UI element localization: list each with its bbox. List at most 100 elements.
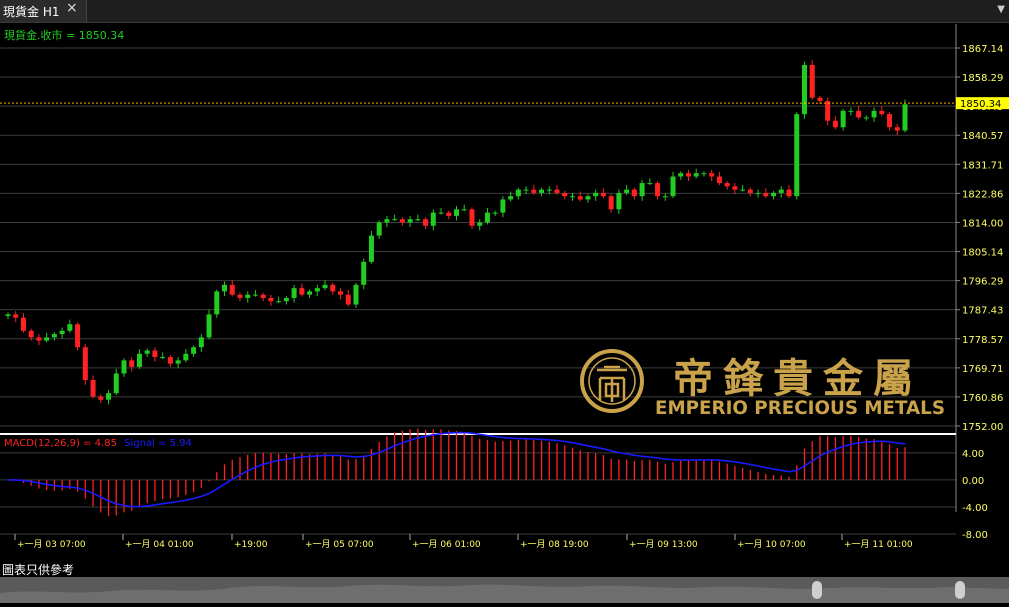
candle-up xyxy=(376,222,382,236)
candle-up xyxy=(454,209,459,216)
time-tick-label: +一月 03 07:00 xyxy=(17,539,86,550)
candle-up xyxy=(848,110,854,112)
candle-up xyxy=(5,314,11,317)
candle-down xyxy=(817,97,823,101)
candle-down xyxy=(167,357,173,364)
time-tick-label: +19:00 xyxy=(234,540,268,550)
candle-up xyxy=(539,189,545,193)
candle-up xyxy=(778,189,784,193)
candle-down xyxy=(879,110,885,115)
candle-up xyxy=(384,219,390,223)
candle-up xyxy=(701,173,707,175)
candle-up xyxy=(183,353,189,361)
time-tick-label: +一月 06 01:00 xyxy=(412,539,481,550)
candle-up xyxy=(276,301,282,303)
candle-down xyxy=(894,127,900,131)
candle-up xyxy=(59,330,65,335)
candle-up xyxy=(44,337,50,341)
price-tick-label: 1752.00 xyxy=(962,422,1003,433)
candle-up xyxy=(113,373,119,394)
candle-up xyxy=(902,104,908,131)
price-tick-label: 1831.71 xyxy=(962,160,1003,171)
time-tick-label: +一月 04 01:00 xyxy=(125,539,194,550)
candle-up xyxy=(51,334,57,338)
candle-up xyxy=(121,360,127,374)
candle-up xyxy=(106,393,112,400)
chart-scrollbar[interactable] xyxy=(0,577,1009,603)
candle-down xyxy=(856,110,862,118)
dropdown-arrow-icon[interactable]: ▼ xyxy=(997,4,1005,15)
candle-down xyxy=(631,189,637,197)
candle-up xyxy=(415,219,421,221)
macd-tick-label: -4.00 xyxy=(962,503,988,514)
time-tick-label: +一月 05 07:00 xyxy=(305,539,374,550)
candle-up xyxy=(407,219,413,223)
candle-up xyxy=(639,183,645,197)
last-price-value: 1850.34 xyxy=(960,99,1001,110)
macd-label: MACD(12,26,9) = 4.85 xyxy=(4,438,117,449)
time-tick-label: +一月 10 07:00 xyxy=(737,539,806,550)
candle-up xyxy=(585,196,591,200)
candle-down xyxy=(338,291,344,295)
candle-up xyxy=(662,196,668,198)
candle-up xyxy=(191,347,197,354)
candle-down xyxy=(809,64,815,98)
candle-down xyxy=(554,189,560,193)
time-axis: +一月 03 07:00 +一月 04 01:00 +19:00 +一月 05 07:… xyxy=(14,534,913,550)
candle-up xyxy=(222,284,228,292)
close-icon[interactable]: × xyxy=(66,0,78,16)
price-tick-label: 1796.29 xyxy=(962,277,1003,288)
candle-down xyxy=(825,100,831,121)
candle-up xyxy=(484,212,490,223)
macd-tick-label: 0.00 xyxy=(962,476,984,487)
candle-up xyxy=(840,110,846,128)
candle-up xyxy=(368,235,374,262)
candle-up xyxy=(477,222,483,226)
candle-up xyxy=(314,288,320,292)
candle-up xyxy=(740,189,746,191)
price-tick-label: 1787.43 xyxy=(962,306,1003,317)
candle-up xyxy=(616,192,622,210)
candle-down xyxy=(469,209,475,226)
price-tick-label: 1858.29 xyxy=(962,73,1003,84)
time-tick-label: +一月 08 19:00 xyxy=(520,539,589,550)
candle-down xyxy=(399,219,405,223)
candle-up xyxy=(546,189,552,191)
price-tick-label: 1760.86 xyxy=(962,393,1003,404)
candle-up xyxy=(291,288,297,298)
candle-up xyxy=(593,192,599,197)
scroll-thumb-left[interactable] xyxy=(812,581,822,599)
macd-tick-label: -8.00 xyxy=(962,530,988,541)
brand-english-name: EMPERIO PRECIOUS METALS xyxy=(655,397,945,419)
disclaimer-text: 圖表只供參考 xyxy=(2,563,75,577)
candle-down xyxy=(90,380,96,397)
candle-down xyxy=(732,186,738,190)
candle-up xyxy=(523,189,529,191)
candle-up xyxy=(693,173,699,177)
candle-down xyxy=(36,337,42,341)
price-tick-label: 1814.00 xyxy=(962,218,1003,229)
candle-up xyxy=(353,284,359,305)
candle-up xyxy=(647,183,653,185)
candle-up xyxy=(144,350,150,354)
candle-up xyxy=(245,294,251,298)
candle-down xyxy=(655,183,661,197)
candle-down xyxy=(747,189,753,193)
chart-area[interactable]: 1867.141858.291849.431840.571831.711822.… xyxy=(0,22,1009,561)
candle-down xyxy=(13,314,19,318)
candle-up xyxy=(863,117,869,119)
candle-up xyxy=(136,353,142,367)
candle-up xyxy=(283,297,289,302)
chart-tab[interactable]: 現貨金 H1 × xyxy=(0,0,87,22)
signal-label: Signal = 5.94 xyxy=(124,438,192,449)
price-tick-label: 1822.86 xyxy=(962,189,1003,200)
scroll-thumb-right[interactable] xyxy=(955,581,965,599)
candle-up xyxy=(871,110,877,118)
overview-sparkline xyxy=(0,584,1009,603)
candle-up xyxy=(214,291,220,315)
candle-up xyxy=(771,192,777,197)
chart-title: 現貨金.收市 = 1850.34 xyxy=(4,28,124,42)
brand-logo: 帝鋒貴金屬 EMPERIO PRECIOUS METALS xyxy=(580,349,945,419)
price-tick-label: 1778.57 xyxy=(962,335,1003,346)
macd-tick-label: 4.00 xyxy=(962,449,984,460)
